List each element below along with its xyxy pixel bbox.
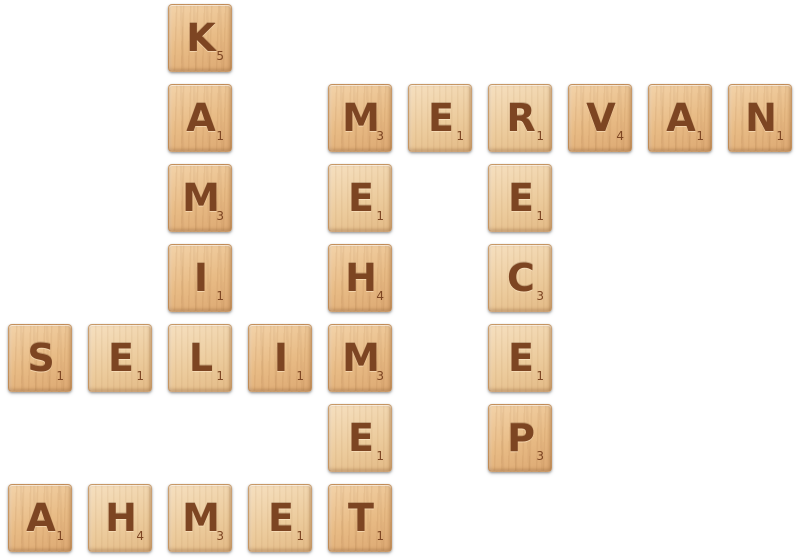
- tile[interactable]: A 1: [648, 84, 712, 152]
- tile[interactable]: I 1: [168, 244, 232, 312]
- tile-points: 3: [216, 529, 224, 543]
- tile-points: 1: [536, 369, 544, 383]
- tile-points: 3: [376, 129, 384, 143]
- tile[interactable]: E 1: [88, 324, 152, 392]
- word-board: K 5 A 1 M 3 I 1 M 3 E 1 R 1 V 4 A 1 N 1 …: [0, 0, 800, 560]
- tile[interactable]: H 4: [328, 244, 392, 312]
- tile[interactable]: E 1: [488, 324, 552, 392]
- tile-points: 3: [216, 209, 224, 223]
- tile-points: 1: [296, 369, 304, 383]
- tile[interactable]: M 3: [168, 484, 232, 552]
- tile[interactable]: P 3: [488, 404, 552, 472]
- tile[interactable]: H 4: [88, 484, 152, 552]
- tile[interactable]: M 3: [328, 324, 392, 392]
- tile-points: 1: [56, 529, 64, 543]
- tile-points: 1: [456, 129, 464, 143]
- tile[interactable]: V 4: [568, 84, 632, 152]
- tile-points: 3: [536, 289, 544, 303]
- tile-points: 1: [296, 529, 304, 543]
- tile-points: 1: [536, 129, 544, 143]
- tile-points: 1: [376, 209, 384, 223]
- tile[interactable]: A 1: [8, 484, 72, 552]
- tile-points: 4: [136, 529, 144, 543]
- tile[interactable]: L 1: [168, 324, 232, 392]
- tile-points: 3: [376, 369, 384, 383]
- tile-points: 1: [776, 129, 784, 143]
- tile-points: 1: [376, 529, 384, 543]
- tile[interactable]: I 1: [248, 324, 312, 392]
- tile-points: 4: [616, 129, 624, 143]
- tile[interactable]: R 1: [488, 84, 552, 152]
- tile-points: 1: [376, 449, 384, 463]
- tile[interactable]: S 1: [8, 324, 72, 392]
- tile-points: 1: [136, 369, 144, 383]
- tile-points: 1: [216, 369, 224, 383]
- tile-points: 1: [696, 129, 704, 143]
- tile-points: 3: [536, 449, 544, 463]
- tile[interactable]: E 1: [328, 164, 392, 232]
- tile-points: 1: [216, 289, 224, 303]
- tile[interactable]: M 3: [328, 84, 392, 152]
- tile[interactable]: K 5: [168, 4, 232, 72]
- tile[interactable]: T 1: [328, 484, 392, 552]
- tile-points: 5: [216, 49, 224, 63]
- tile[interactable]: M 3: [168, 164, 232, 232]
- tile-points: 4: [376, 289, 384, 303]
- tile-points: 1: [56, 369, 64, 383]
- tile-points: 1: [536, 209, 544, 223]
- tile[interactable]: C 3: [488, 244, 552, 312]
- tile[interactable]: N 1: [728, 84, 792, 152]
- tile-points: 1: [216, 129, 224, 143]
- tile[interactable]: E 1: [248, 484, 312, 552]
- tile[interactable]: E 1: [488, 164, 552, 232]
- tile[interactable]: E 1: [328, 404, 392, 472]
- tile[interactable]: E 1: [408, 84, 472, 152]
- tile[interactable]: A 1: [168, 84, 232, 152]
